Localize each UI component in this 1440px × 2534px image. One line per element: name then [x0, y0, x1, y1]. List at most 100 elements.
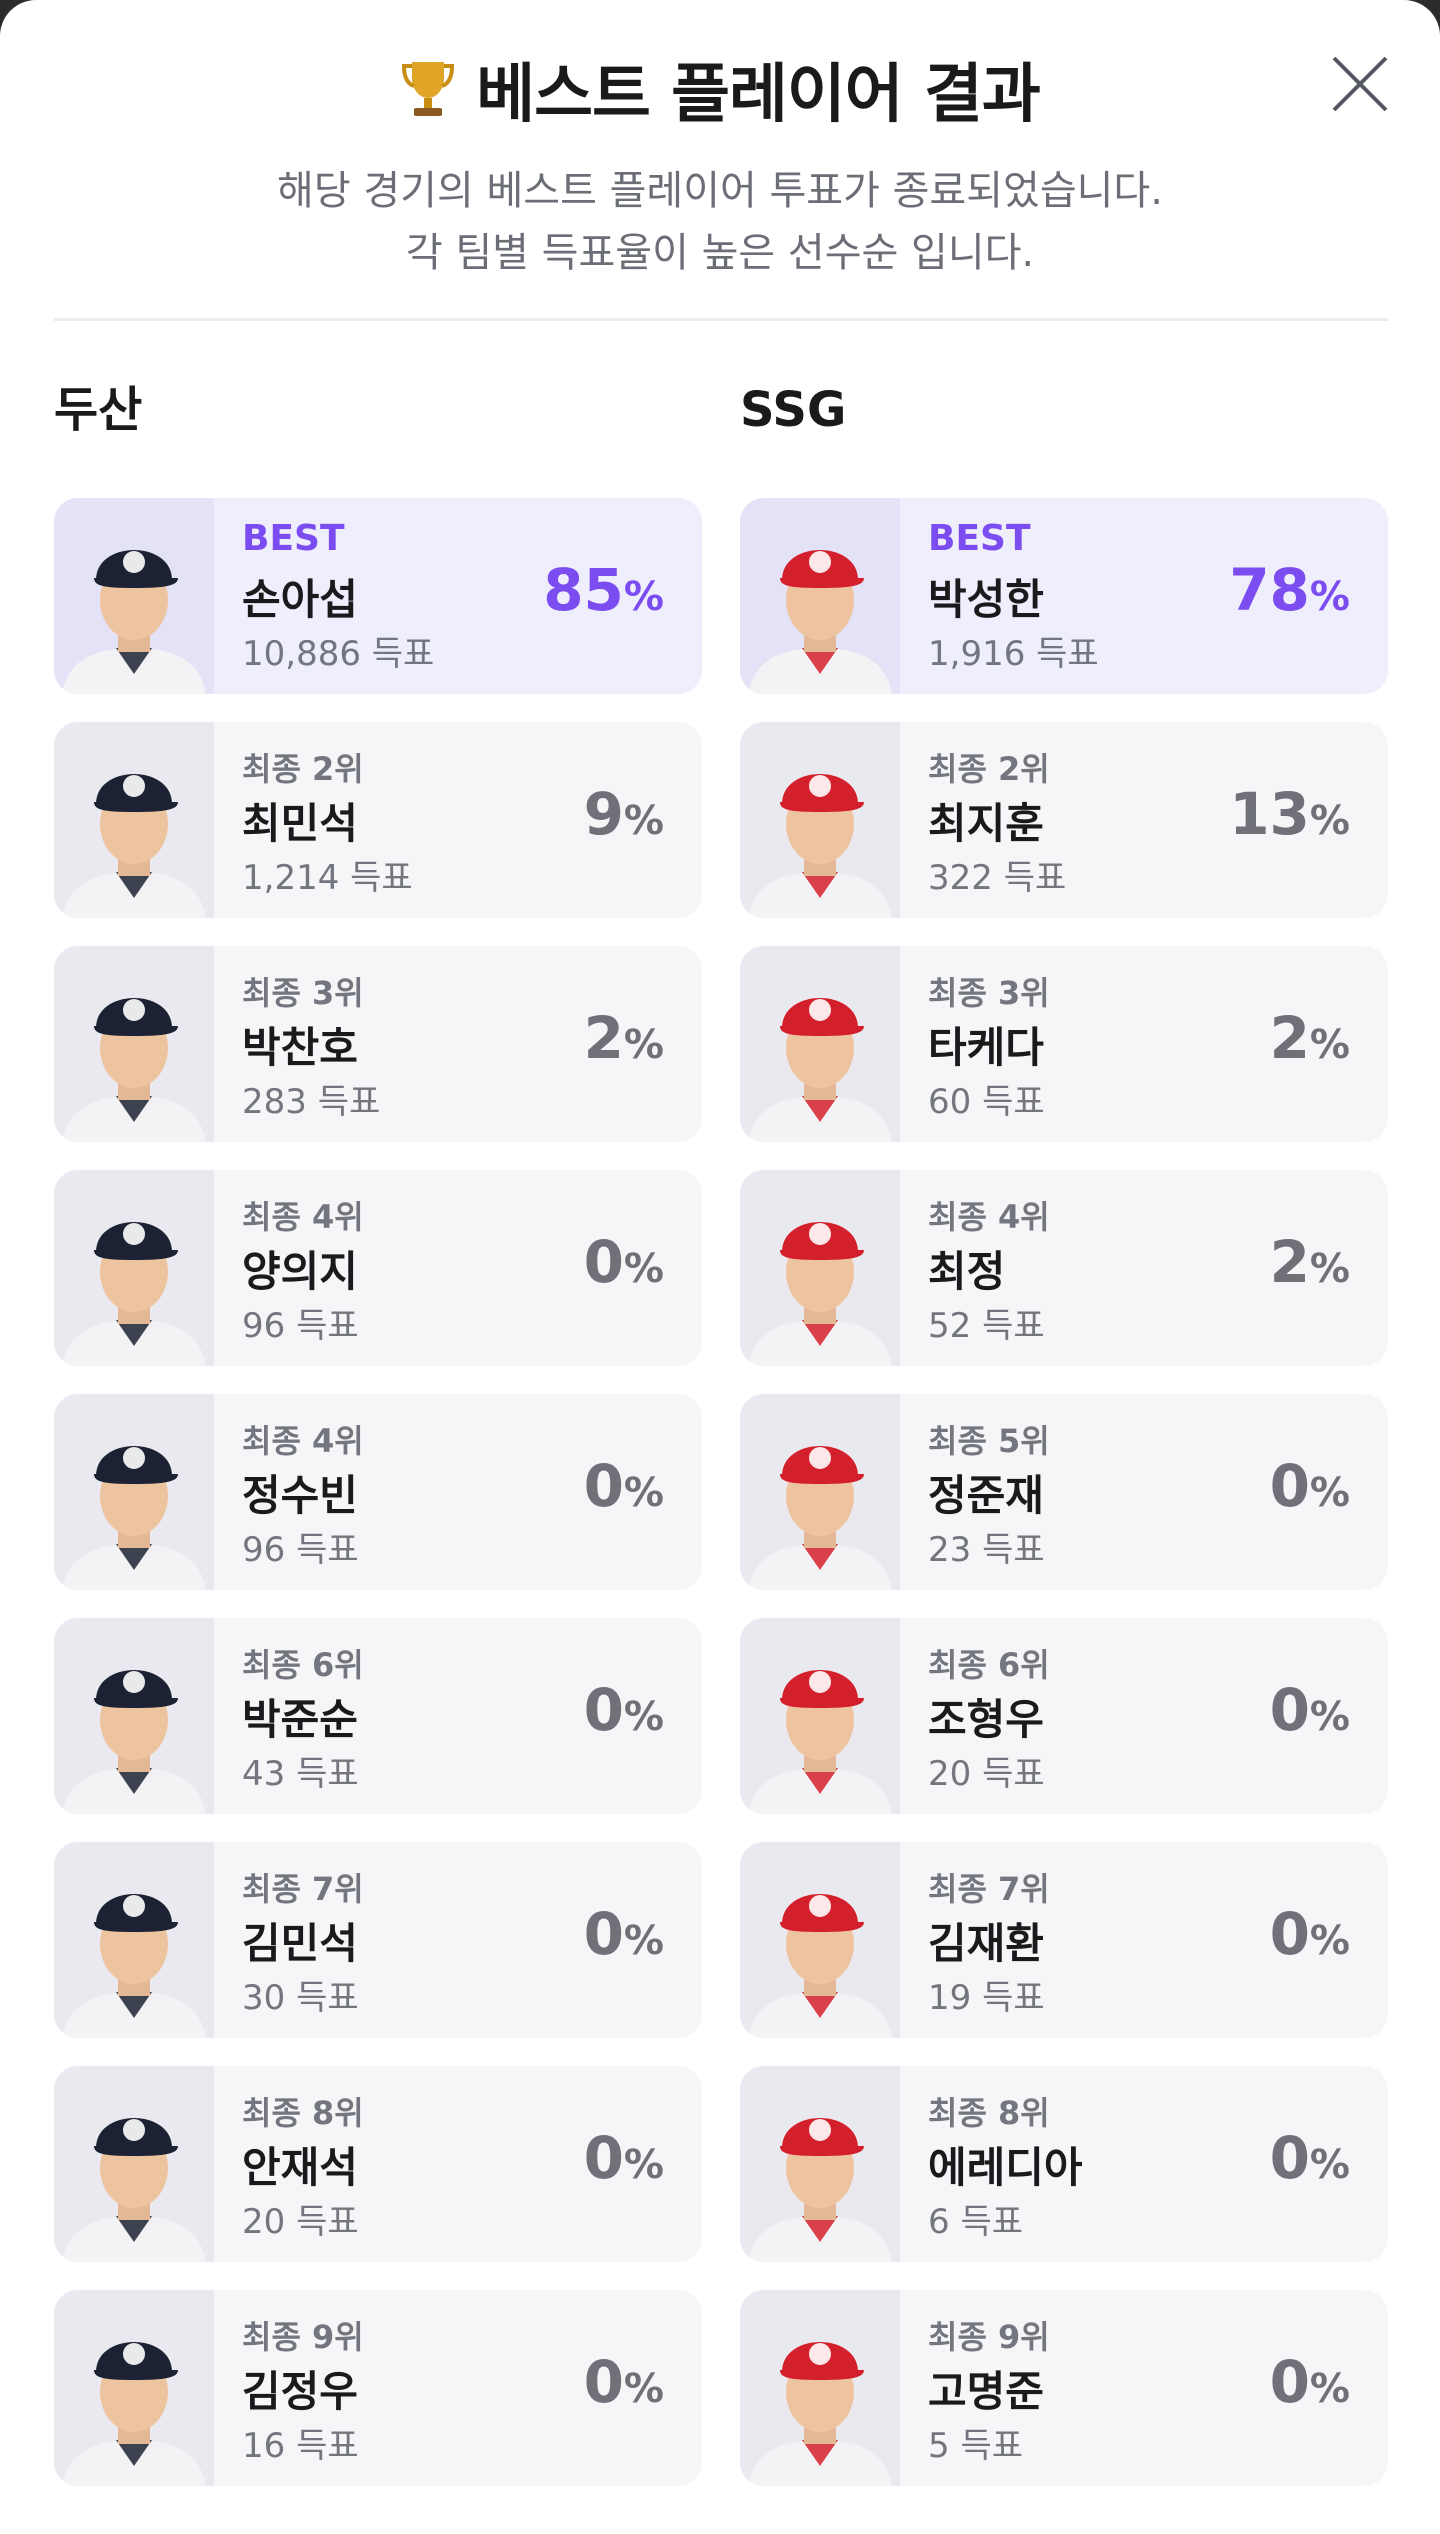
percentage-unit: % [623, 1246, 664, 1292]
player-votes: 43 득표 [242, 1754, 359, 1794]
vote-percentage: 0% [1270, 1900, 1350, 1968]
player-card[interactable]: 최종 8위 에레디아 6 득표 0% [740, 2066, 1388, 2262]
best-player-card[interactable]: BEST 박성한 1,916 득표 78% [740, 498, 1388, 694]
player-card[interactable]: 최종 9위 김정우 16 득표 0% [54, 2290, 702, 2486]
percentage-unit: % [623, 798, 664, 844]
player-votes: 20 득표 [928, 1754, 1045, 1794]
player-photo [740, 1618, 900, 1814]
player-votes: 322 득표 [928, 858, 1067, 898]
player-list: BEST 박성한 1,916 득표 78% 최종 2위 최지훈 322 득표 13% 최종 3위… [740, 498, 1388, 2486]
percentage-value: 0 [583, 1676, 624, 1744]
percentage-value: 9 [583, 780, 624, 848]
player-rank: 최종 2위 [242, 750, 364, 788]
vote-percentage: 2% [1270, 1004, 1350, 1072]
player-rank: 최종 4위 [242, 1198, 364, 1236]
vote-percentage: 85% [543, 556, 664, 624]
player-card[interactable]: 최종 8위 안재석 20 득표 0% [54, 2066, 702, 2262]
player-name: 김정우 [242, 2367, 358, 2416]
player-rank: 최종 8위 [242, 2094, 364, 2132]
vote-percentage: 0% [584, 1676, 664, 1744]
percentage-value: 0 [1269, 2124, 1310, 2192]
player-photo [740, 1394, 900, 1590]
player-rank: 최종 7위 [928, 1870, 1050, 1908]
percentage-unit: % [1309, 2142, 1350, 2188]
player-votes: 96 득표 [242, 1530, 359, 1570]
player-name: 박찬호 [242, 1023, 358, 1072]
percentage-value: 2 [1269, 1228, 1310, 1296]
vote-percentage: 78% [1229, 556, 1350, 624]
team-column-ssg: SSG BEST 박성한 1,916 득표 78% 최종 2위 최지훈 322 득표 13% 최… [740, 380, 1388, 2514]
percentage-value: 0 [1269, 1452, 1310, 1520]
percentage-unit: % [623, 2366, 664, 2412]
player-card[interactable]: 최종 4위 최정 52 득표 2% [740, 1170, 1388, 1366]
player-name: 박성한 [928, 575, 1044, 624]
player-rank: 최종 3위 [928, 974, 1050, 1012]
player-card[interactable]: 최종 9위 고명준 5 득표 0% [740, 2290, 1388, 2486]
player-rank: 최종 8위 [928, 2094, 1050, 2132]
percentage-unit: % [623, 574, 664, 620]
player-photo [54, 2290, 214, 2486]
player-votes: 283 득표 [242, 1082, 381, 1122]
player-rank: BEST [928, 518, 1031, 559]
percentage-value: 2 [583, 1004, 624, 1072]
modal-title: 베스트 플레이어 결과 [476, 58, 1040, 132]
vote-percentage: 0% [584, 1452, 664, 1520]
player-photo [740, 1842, 900, 2038]
best-player-card[interactable]: BEST 손아섭 10,886 득표 85% [54, 498, 702, 694]
percentage-unit: % [1309, 1918, 1350, 1964]
player-name: 박준순 [242, 1695, 358, 1744]
percentage-value: 0 [583, 2124, 624, 2192]
vote-percentage: 0% [584, 1228, 664, 1296]
percentage-value: 2 [1269, 1004, 1310, 1072]
percentage-unit: % [623, 1470, 664, 1516]
player-photo [54, 1618, 214, 1814]
player-card[interactable]: 최종 3위 박찬호 283 득표 2% [54, 946, 702, 1142]
player-rank: 최종 9위 [242, 2318, 364, 2356]
vote-percentage: 13% [1229, 780, 1350, 848]
player-card[interactable]: 최종 3위 타케다 60 득표 2% [740, 946, 1388, 1142]
player-photo [54, 946, 214, 1142]
close-icon[interactable] [1328, 52, 1392, 116]
percentage-value: 0 [583, 2348, 624, 2416]
player-card[interactable]: 최종 4위 정수빈 96 득표 0% [54, 1394, 702, 1590]
player-votes: 96 득표 [242, 1306, 359, 1346]
player-rank: 최종 6위 [928, 1646, 1050, 1684]
player-card[interactable]: 최종 2위 최지훈 322 득표 13% [740, 722, 1388, 918]
close-button[interactable] [1328, 52, 1392, 116]
player-photo [54, 498, 214, 694]
player-name: 김재환 [928, 1919, 1044, 1968]
player-name: 에레디아 [928, 2143, 1083, 2192]
percentage-unit: % [1309, 574, 1350, 620]
percentage-unit: % [1309, 1694, 1350, 1740]
modal-subtitle: 해당 경기의 베스트 플레이어 투표가 종료되었습니다. 각 팀별 득표율이 높… [0, 160, 1440, 284]
player-card[interactable]: 최종 7위 김재환 19 득표 0% [740, 1842, 1388, 2038]
player-votes: 10,886 득표 [242, 634, 435, 674]
percentage-unit: % [1309, 1246, 1350, 1292]
player-votes: 5 득표 [928, 2426, 1023, 2466]
team-name: 두산 [54, 382, 143, 438]
trophy-icon [400, 58, 456, 120]
percentage-value: 0 [583, 1228, 624, 1296]
percentage-value: 78 [1229, 556, 1310, 624]
percentage-value: 0 [1269, 1676, 1310, 1744]
player-photo [740, 1170, 900, 1366]
vote-percentage: 2% [1270, 1228, 1350, 1296]
player-votes: 1,916 득표 [928, 634, 1099, 674]
player-card[interactable]: 최종 5위 정준재 23 득표 0% [740, 1394, 1388, 1590]
player-card[interactable]: 최종 6위 조형우 20 득표 0% [740, 1618, 1388, 1814]
modal-header: 베스트 플레이어 결과 해당 경기의 베스트 플레이어 투표가 종료되었습니다.… [0, 0, 1440, 321]
player-card[interactable]: 최종 2위 최민석 1,214 득표 9% [54, 722, 702, 918]
title-row: 베스트 플레이어 결과 [0, 46, 1440, 132]
player-rank: 최종 2위 [928, 750, 1050, 788]
subtitle-line-1: 해당 경기의 베스트 플레이어 투표가 종료되었습니다. [277, 168, 1163, 214]
player-card[interactable]: 최종 4위 양의지 96 득표 0% [54, 1170, 702, 1366]
player-rank: 최종 3위 [242, 974, 364, 1012]
player-list: BEST 손아섭 10,886 득표 85% 최종 2위 최민석 1,214 득표 9% 최종 … [54, 498, 702, 2486]
player-name: 김민석 [242, 1919, 358, 1968]
player-rank: 최종 6위 [242, 1646, 364, 1684]
player-card[interactable]: 최종 6위박준순 43 득표 0% [54, 1618, 702, 1814]
percentage-unit: % [1309, 1470, 1350, 1516]
percentage-value: 0 [583, 1452, 624, 1520]
percentage-unit: % [1309, 2366, 1350, 2412]
player-card[interactable]: 최종 7위 김민석 30 득표 0% [54, 1842, 702, 2038]
